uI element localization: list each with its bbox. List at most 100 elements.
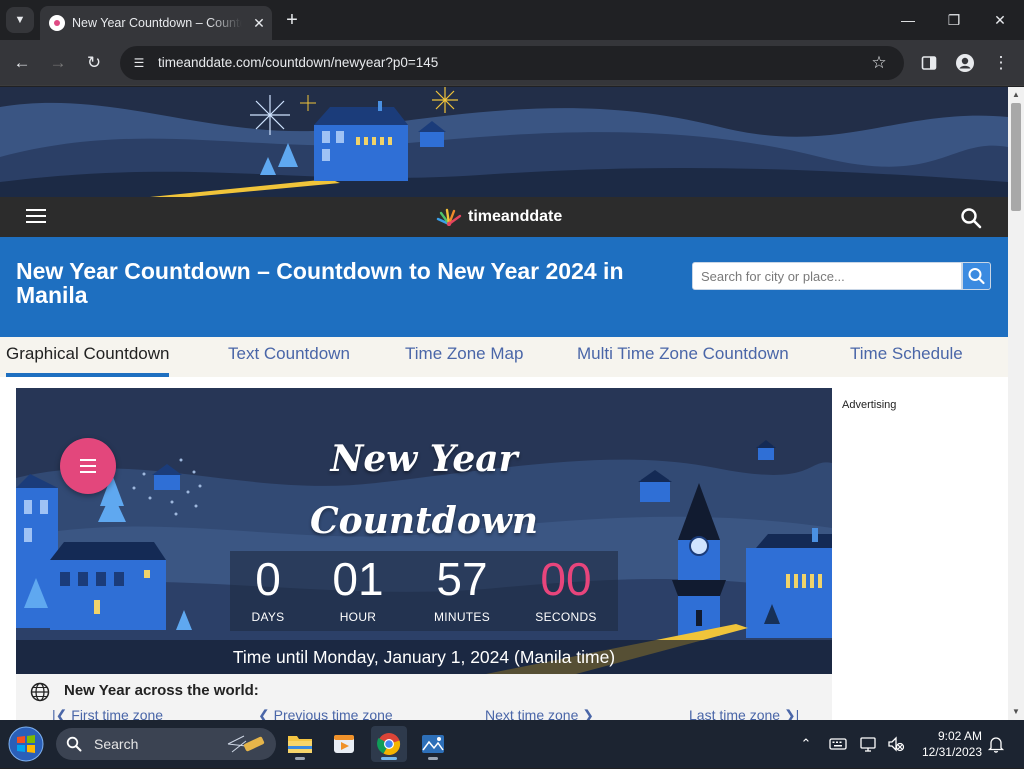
back-button[interactable]: ← (9, 50, 35, 76)
address-bar[interactable]: ☰ timeanddate.com/countdown/newyear?p0=1… (120, 46, 904, 80)
site-nav-bar: timeanddate (0, 197, 1008, 237)
tab-title: New Year Countdown – Countdown to New Ye… (72, 16, 242, 30)
world-time-zones-section: New Year across the world: |❮ First time… (16, 674, 832, 720)
last-arrow-icon: ❯| (780, 707, 800, 720)
days-label: DAYS (251, 610, 285, 624)
nav-search-button[interactable] (960, 207, 982, 229)
city-search-input[interactable] (692, 262, 962, 290)
minimize-icon: — (901, 12, 915, 28)
browser-menu-button[interactable]: ⋮ (988, 50, 1014, 76)
hours-value: 01 (332, 553, 384, 605)
more-vertical-icon: ⋮ (992, 53, 1010, 72)
tab-text-countdown[interactable]: Text Countdown (228, 343, 350, 377)
arrow-left-icon: ← (13, 53, 31, 72)
url-text[interactable]: timeanddate.com/countdown/newyear?p0=145 (158, 54, 438, 72)
header-illustration (0, 87, 1008, 197)
scrollbar-thumb[interactable] (1011, 103, 1021, 211)
reload-icon: ↻ (86, 53, 102, 72)
close-window-button[interactable]: ✕ (980, 6, 1020, 34)
taskbar-media-player[interactable] (326, 726, 362, 762)
firework-icon (250, 95, 290, 135)
seconds-label: SECONDS (535, 610, 597, 624)
page-scrollbar[interactable]: ▲ ▼ (1008, 87, 1024, 720)
countdown-heading-line2: Countdown (310, 500, 538, 542)
minimize-button[interactable]: — (888, 6, 928, 34)
media-player-icon (334, 735, 354, 753)
taskbar-chrome[interactable] (371, 726, 407, 762)
page-title-bar: New Year Countdown – Countdown to New Ye… (0, 237, 1008, 337)
page-title: New Year Countdown – Countdown to New Ye… (16, 258, 624, 308)
windows-taskbar: Search ⌃ 9:02 AM 12/31/2023 (0, 720, 1024, 768)
favicon-icon (49, 15, 65, 31)
bookmark-star-icon[interactable]: ☆ (868, 52, 890, 74)
browser-tab-active[interactable]: New Year Countdown – Countdown to New Ye… (40, 6, 272, 40)
new-tab-button[interactable]: + (280, 8, 304, 32)
notifications-bell-icon[interactable] (986, 734, 1006, 754)
minutes-value: 57 (436, 553, 488, 605)
taskbar-clock-date[interactable]: 12/31/2023 (900, 745, 982, 759)
close-icon: ✕ (994, 12, 1006, 28)
scroll-down-icon[interactable]: ▼ (1011, 707, 1021, 717)
first-arrow-icon: |❮ (52, 707, 72, 720)
search-highlight-icon (227, 735, 265, 753)
countdown-seconds: 00 SECONDS (516, 551, 616, 625)
restore-icon: ❐ (947, 12, 961, 28)
logo-mark-icon (436, 208, 462, 226)
next-time-zone-label: Next time zone (485, 707, 579, 720)
countdown-timer: 0 DAYS 01 HOUR 57 MINUTES 00 SECONDS (230, 551, 618, 631)
minutes-label: MINUTES (433, 610, 491, 624)
tab-list-button[interactable]: ▼ (6, 7, 34, 33)
countdown-days: 0 DAYS (218, 551, 318, 625)
countdown-widget: New Year Countdown 0 DAYS 01 HOUR 57 MIN… (16, 388, 832, 674)
taskbar-search-label: Search (94, 736, 139, 752)
previous-time-zone-link[interactable]: ❮ Previous time zone (258, 707, 393, 720)
countdown-heading-line1: New Year (330, 438, 518, 480)
profile-icon (956, 54, 974, 72)
app-running-indicator (295, 757, 305, 760)
start-button[interactable] (6, 724, 46, 764)
scroll-up-icon[interactable]: ▲ (1011, 90, 1021, 100)
taskbar-file-explorer[interactable] (282, 726, 318, 762)
tab-multi-time-zone-countdown[interactable]: Multi Time Zone Countdown (577, 343, 789, 377)
network-display-icon[interactable] (858, 734, 878, 754)
countdown-tabs: Graphical Countdown Text Countdown Time … (0, 337, 1008, 377)
countdown-minutes: 57 MINUTES (412, 551, 512, 625)
countdown-caption: Time until Monday, January 1, 2024 (Mani… (16, 640, 832, 674)
tab-close-icon[interactable]: ✕ (250, 14, 268, 32)
search-icon (961, 208, 982, 229)
profile-button[interactable] (952, 50, 978, 76)
tab-time-zone-map[interactable]: Time Zone Map (405, 343, 523, 377)
previous-time-zone-label: Previous time zone (273, 707, 393, 720)
keyboard-icon[interactable] (828, 734, 848, 754)
last-time-zone-link[interactable]: Last time zone ❯| (689, 707, 799, 720)
reload-button[interactable]: ↻ (81, 50, 107, 76)
search-icon (968, 268, 985, 285)
search-icon (66, 736, 82, 752)
show-hidden-icons-chevron-up-icon[interactable]: ⌃ (796, 734, 816, 754)
forward-button[interactable]: → (45, 50, 71, 76)
hamburger-menu-icon[interactable] (26, 209, 46, 225)
city-search-button[interactable] (962, 262, 991, 290)
globe-icon (30, 682, 50, 702)
taskbar-clock-time[interactable]: 9:02 AM (918, 729, 982, 743)
hours-label: HOUR (339, 610, 377, 624)
night-village-illustration (0, 87, 1008, 197)
advertising-label: Advertising (842, 399, 897, 411)
first-time-zone-link[interactable]: |❮ First time zone (52, 707, 163, 720)
tab-graphical-countdown[interactable]: Graphical Countdown (6, 343, 170, 377)
taskbar-search-box[interactable]: Search (56, 728, 276, 760)
countdown-hours: 01 HOUR (308, 551, 408, 625)
site-info-icon[interactable]: ☰ (130, 54, 148, 72)
last-time-zone-label: Last time zone (689, 707, 781, 720)
app-active-indicator (381, 757, 397, 760)
taskbar-photos[interactable] (415, 726, 451, 762)
site-logo[interactable]: timeanddate (434, 207, 562, 227)
browser-tab-strip: ▼ New Year Countdown – Countdown to New … (0, 0, 1024, 40)
chevron-down-icon: ▼ (14, 14, 26, 26)
next-time-zone-link[interactable]: Next time zone ❯ (485, 707, 594, 720)
tab-time-schedule[interactable]: Time Schedule (850, 343, 963, 377)
chevron-right-icon: ❯ (578, 707, 594, 720)
restore-button[interactable]: ❐ (934, 6, 974, 34)
world-section-title: New Year across the world: (64, 682, 259, 699)
side-panel-button[interactable] (916, 50, 942, 76)
